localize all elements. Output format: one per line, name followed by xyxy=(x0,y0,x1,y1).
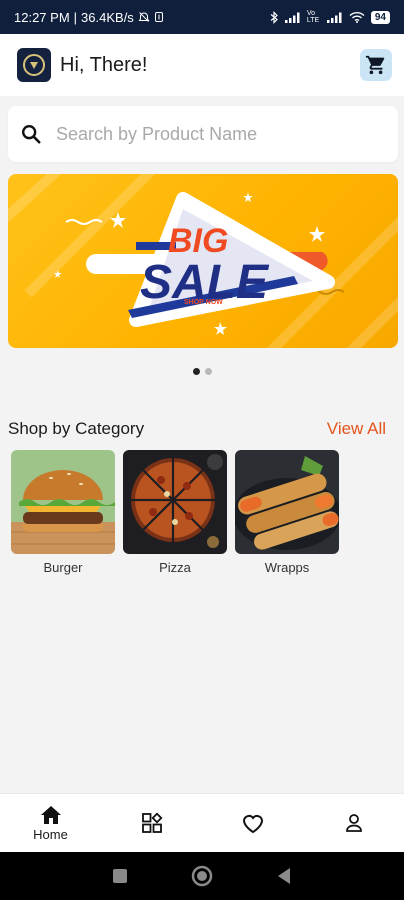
search-icon xyxy=(22,125,41,144)
network-label: Vo LTE xyxy=(306,10,320,24)
category-label: Burger xyxy=(43,560,83,575)
nav-profile[interactable] xyxy=(303,794,404,852)
big-sale-illustration: BIG SALE SHOP NOW xyxy=(8,174,398,348)
search-input[interactable] xyxy=(56,123,356,145)
burger-image xyxy=(11,450,115,554)
app-header: Hi, There! xyxy=(0,34,404,96)
carousel-dot[interactable] xyxy=(192,368,200,375)
status-speed: 36.4KB/s xyxy=(81,9,134,25)
category-pizza[interactable]: Pizza xyxy=(123,450,227,575)
category-list: Burger Pizza Wrapps xyxy=(11,450,339,575)
wifi-icon xyxy=(349,11,365,23)
system-nav-bar xyxy=(0,852,404,900)
banner-line1: BIG xyxy=(168,222,228,260)
category-burger[interactable]: Burger xyxy=(11,450,115,575)
sync-icon xyxy=(154,12,163,22)
home-icon xyxy=(40,805,61,824)
pizza-image xyxy=(123,450,227,554)
bottom-nav: Home xyxy=(0,793,404,852)
heart-icon xyxy=(242,814,263,834)
cart-button[interactable] xyxy=(360,49,392,81)
nav-home-label: Home xyxy=(33,826,68,842)
carousel-indicator xyxy=(0,368,404,375)
recents-icon[interactable] xyxy=(112,868,128,884)
profile-icon xyxy=(345,814,362,832)
battery-indicator: 94 xyxy=(370,10,390,24)
nav-home[interactable]: Home xyxy=(0,794,101,852)
categories-icon xyxy=(141,812,163,833)
nav-categories[interactable] xyxy=(101,794,202,852)
category-wrapps[interactable]: Wrapps xyxy=(235,450,339,575)
signal-icon xyxy=(284,12,300,23)
promo-banner[interactable]: BIG SALE SHOP NOW xyxy=(8,174,398,348)
banner-cta: SHOP NOW xyxy=(184,299,223,306)
bluetooth-icon xyxy=(270,10,278,24)
signal-2-icon xyxy=(326,12,342,23)
alarm-off-icon xyxy=(138,12,150,22)
greeting-text: Hi, There! xyxy=(60,53,148,76)
back-icon[interactable] xyxy=(276,867,292,885)
category-label: Wrapps xyxy=(264,560,310,575)
category-label: Pizza xyxy=(159,560,191,575)
carousel-dot[interactable] xyxy=(204,368,212,375)
app-logo xyxy=(17,48,51,82)
status-bar: 12:27 PM | 36.4KB/s Vo LTE 94 xyxy=(0,0,404,34)
nav-favorites[interactable] xyxy=(202,794,303,852)
home-circle-icon[interactable] xyxy=(191,865,213,887)
view-all-link[interactable]: View All xyxy=(327,419,386,439)
section-title: Shop by Category xyxy=(8,419,145,438)
wrap-image xyxy=(235,450,339,554)
status-time: 12:27 PM xyxy=(14,9,70,25)
cart-icon xyxy=(365,55,385,75)
search-bar[interactable] xyxy=(8,106,398,162)
